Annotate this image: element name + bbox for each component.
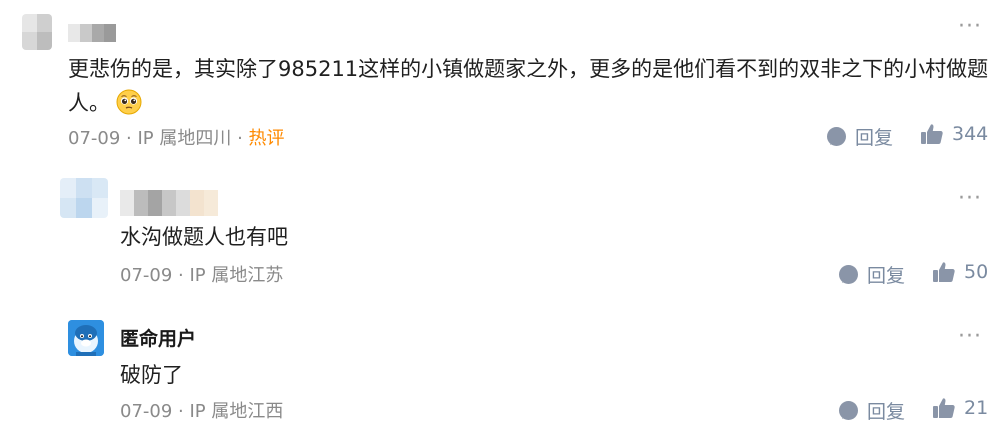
reply-item: 匿命用户 ··· 破防了 07-09 · IP 属地江西 回复 21 [0,308,1002,446]
like-button[interactable]: 50 [932,261,988,283]
more-options-button[interactable]: ··· [958,16,982,38]
like-count: 344 [952,123,989,145]
more-options-button[interactable]: ··· [958,326,982,348]
reply-button[interactable]: 回复 [826,123,893,150]
avatar[interactable] [60,178,108,218]
reply-label: 回复 [867,401,906,423]
comment-bubble-icon [839,401,858,420]
like-button[interactable]: 21 [932,397,988,419]
username[interactable]: 匿命用户 [120,324,196,351]
reply-meta: 07-09 · IP 属地江西 [120,401,284,422]
avatar[interactable] [22,14,52,50]
like-button[interactable]: 344 [920,123,988,145]
pleading-face-emoji [116,89,142,115]
like-count: 50 [964,261,989,283]
reply-meta: 07-09 · IP 属地江苏 [120,265,284,286]
like-count: 21 [964,397,989,419]
thumbs-up-icon [921,124,943,144]
reply-text: 破防了 [120,363,183,387]
reply-text: 水沟做题人也有吧 [120,225,288,249]
username-blurred[interactable] [68,24,116,42]
reply-button[interactable]: 回复 [838,397,905,424]
avatar[interactable] [68,320,104,356]
anonymous-user-avatar-icon [68,320,104,356]
reply-item: ··· 水沟做题人也有吧 07-09 · IP 属地江苏 回复 50 [0,170,1002,300]
comment-meta-text: 07-09 · IP 属地四川 · [68,128,249,149]
reply-label: 回复 [867,265,906,287]
hot-badge: 热评 [248,128,285,149]
thumbs-up-icon [933,262,955,282]
comment-item: ··· 更悲伤的是，其实除了985211这样的小镇做题家之外，更多的是他们看不到… [0,0,1002,160]
avatar-blurred-image [22,14,52,50]
more-options-button[interactable]: ··· [958,188,982,210]
thumbs-up-icon [933,398,955,418]
comment-bubble-icon [839,265,858,284]
comment-bubble-icon [827,127,846,146]
comment-text-content: 更悲伤的是，其实除了985211这样的小镇做题家之外，更多的是他们看不到的双非之… [68,57,989,115]
reply-button[interactable]: 回复 [838,261,905,288]
avatar-blurred-image [60,178,108,218]
comment-meta: 07-09 · IP 属地四川 · 热评 [68,124,285,150]
comment-text: 更悲伤的是，其实除了985211这样的小镇做题家之外，更多的是他们看不到的双非之… [68,52,993,120]
username-blurred[interactable] [120,190,218,216]
reply-label: 回复 [855,127,894,149]
